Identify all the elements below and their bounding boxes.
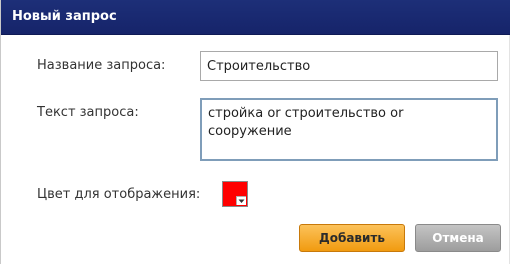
query-name-input[interactable] — [200, 51, 498, 81]
dialog-title: Новый запрос — [12, 9, 117, 24]
cancel-button[interactable]: Отмена — [415, 224, 501, 252]
color-picker-swatch[interactable] — [222, 181, 248, 207]
new-query-dialog: Новый запрос Название запроса: Текст зап… — [0, 0, 510, 264]
chevron-down-icon — [236, 196, 246, 205]
query-text-label: Текст запроса: — [37, 105, 139, 120]
add-button[interactable]: Добавить — [299, 224, 405, 252]
query-name-label: Название запроса: — [37, 58, 166, 73]
display-color-label: Цвет для отображения: — [37, 187, 201, 202]
dialog-titlebar[interactable]: Новый запрос — [1, 0, 510, 35]
query-text-input[interactable]: стройка or строительство or сооружение — [200, 98, 498, 161]
